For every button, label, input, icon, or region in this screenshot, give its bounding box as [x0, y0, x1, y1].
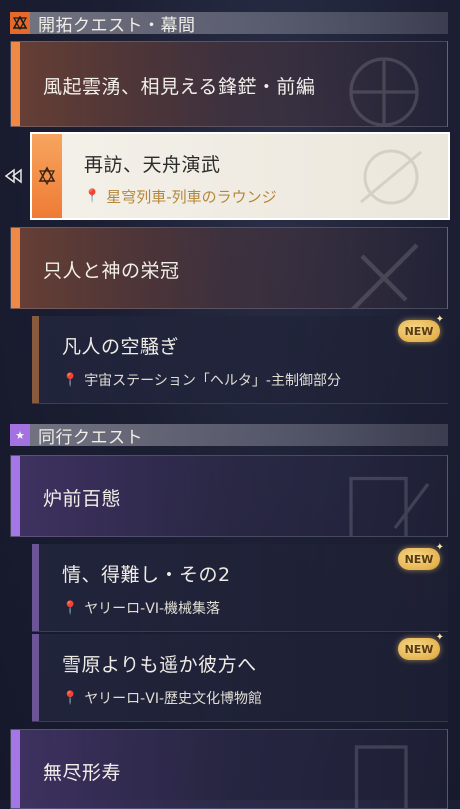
sparkle-icon: ✦	[435, 632, 444, 643]
quest-title: 無尽形寿	[43, 762, 122, 784]
badge-label: NEW	[404, 324, 434, 338]
section-header-trailblaze: 開拓クエスト・幕間	[10, 12, 448, 36]
quest-title: 炉前百態	[43, 488, 122, 510]
map-pin-icon: 📍	[62, 600, 79, 616]
selection-pointer-icon	[4, 168, 22, 184]
trailblaze-mission-icon	[10, 12, 30, 34]
quest-title: 再訪、天舟演武	[84, 154, 221, 176]
quest-location: 📍 ヤリーロ-VI-歴史文化博物館	[62, 688, 262, 708]
badge-label: NEW	[404, 552, 434, 566]
new-badge: NEW ✦	[398, 314, 444, 342]
quest-subitem[interactable]: 凡人の空騒ぎ 📍 宇宙ステーション「ヘルタ」-主制御部分 NEW ✦	[32, 314, 448, 404]
quest-subitem[interactable]: 情、得難し・その2 📍 ヤリーロ-VI-機械集落 NEW ✦	[32, 542, 448, 632]
quest-card[interactable]: 無尽形寿	[10, 729, 448, 809]
quest-accent-bar	[11, 456, 20, 536]
badge-label: NEW	[404, 642, 434, 656]
section-header-companion: ★ 同行クエスト	[10, 424, 448, 448]
location-label: ヤリーロ-VI-歴史文化博物館	[84, 691, 262, 707]
quest-location: 📍 ヤリーロ-VI-機械集落	[62, 598, 220, 618]
location-label: 星穹列車-列車のラウンジ	[106, 188, 277, 206]
quest-emblem-icon	[349, 57, 419, 126]
quest-emblem-icon	[354, 745, 408, 808]
new-badge: NEW ✦	[398, 542, 444, 570]
quest-title: 雪原よりも遥か彼方へ	[62, 654, 257, 676]
location-label: 宇宙ステーション「ヘルタ」-主制御部分	[84, 373, 341, 389]
quest-location: 📍 宇宙ステーション「ヘルタ」-主制御部分	[62, 370, 341, 390]
quest-title: 只人と神の栄冠	[43, 260, 180, 282]
quest-emblem-icon	[350, 243, 419, 308]
companion-star-icon: ★	[10, 424, 30, 446]
quest-accent-bar	[32, 634, 39, 721]
quest-accent-bar	[11, 730, 20, 808]
map-pin-icon: 📍	[84, 189, 101, 204]
section-title: 同行クエスト	[38, 427, 143, 448]
quest-title: 凡人の空騒ぎ	[62, 336, 180, 358]
map-pin-icon: 📍	[62, 372, 79, 388]
quest-card-selected[interactable]: 再訪、天舟演武 📍 星穹列車-列車のラウンジ	[30, 132, 450, 220]
quest-card[interactable]: 風起雲湧、相見える鋒鋩・前編	[10, 41, 448, 127]
quest-accent-bar	[32, 544, 39, 631]
quest-accent-bar	[32, 316, 39, 403]
quest-location: 📍 星穹列車-列車のラウンジ	[84, 186, 277, 207]
map-pin-icon: 📍	[62, 690, 79, 706]
new-badge: NEW ✦	[398, 632, 444, 660]
quest-subitem[interactable]: 雪原よりも遥か彼方へ 📍 ヤリーロ-VI-歴史文化博物館 NEW ✦	[32, 632, 448, 722]
trailblaze-mission-icon	[32, 134, 62, 218]
quest-emblem-icon	[360, 149, 422, 205]
location-label: ヤリーロ-VI-機械集落	[84, 601, 220, 617]
quest-emblem-icon	[349, 476, 430, 536]
quest-card[interactable]: 只人と神の栄冠	[10, 227, 448, 309]
sparkle-icon: ✦	[435, 542, 444, 553]
section-title: 開拓クエスト・幕間	[38, 15, 196, 36]
sparkle-icon: ✦	[435, 314, 444, 325]
quest-accent-bar	[11, 42, 20, 126]
quest-accent-bar	[11, 228, 20, 308]
quest-card[interactable]: 炉前百態	[10, 455, 448, 537]
quest-title: 情、得難し・その2	[62, 564, 231, 586]
quest-title: 風起雲湧、相見える鋒鋩・前編	[43, 76, 316, 98]
